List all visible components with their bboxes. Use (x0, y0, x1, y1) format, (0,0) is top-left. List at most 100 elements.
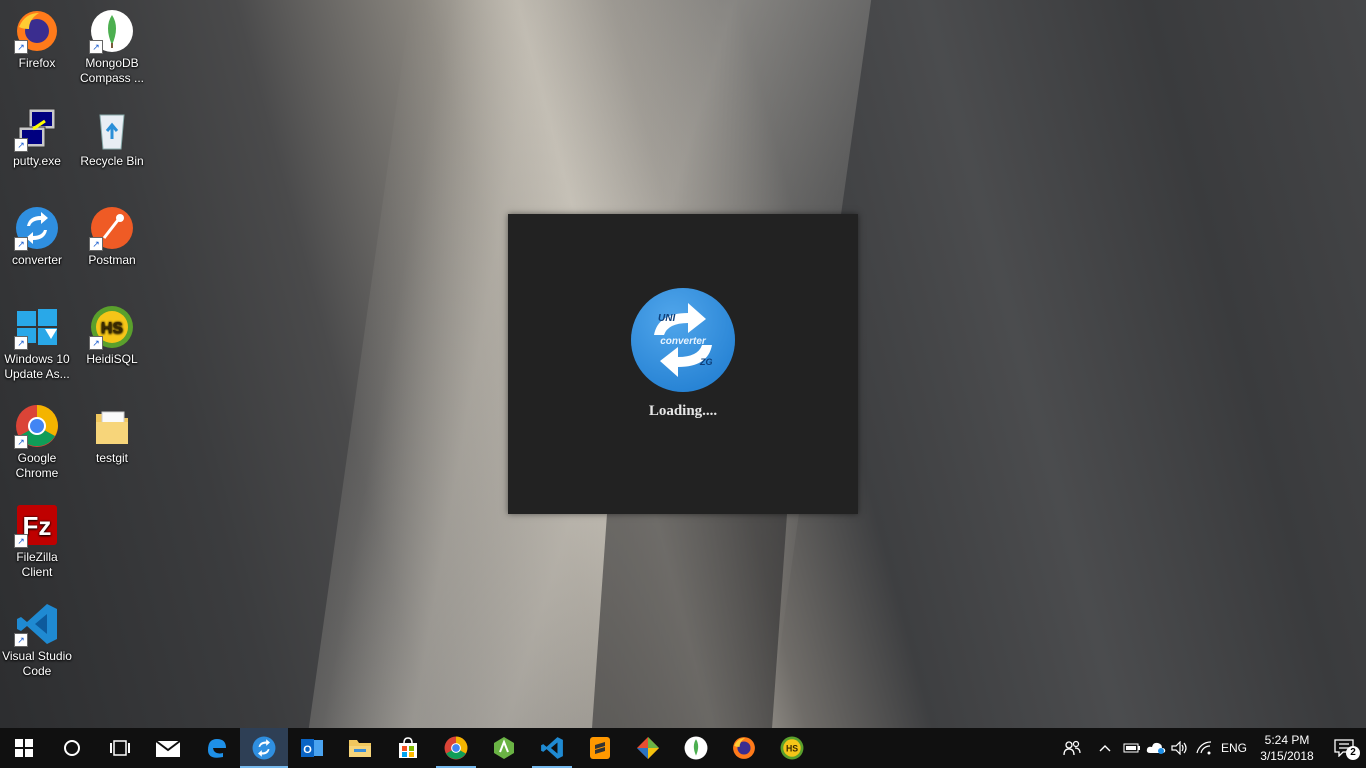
onedrive-cloud-icon[interactable] (1144, 728, 1168, 768)
desktop-icon-label: testgit (95, 451, 128, 465)
desktop-icon-vscode[interactable]: ↗ Visual Studio Code (0, 601, 74, 679)
putty-icon: ↗ (14, 106, 60, 152)
start-button[interactable] (0, 728, 48, 768)
taskbar-edge[interactable] (192, 728, 240, 768)
desktop-icon-putty[interactable]: ↗ putty.exe (0, 106, 74, 169)
taskbar-vscode[interactable] (528, 728, 576, 768)
windows-update-icon: ↗ (14, 304, 60, 350)
svg-text:HS: HS (101, 320, 124, 337)
converter-icon: ↗ (14, 205, 60, 251)
outlook-icon: O (301, 739, 323, 757)
taskbar-sublime[interactable] (576, 728, 624, 768)
wifi-network-icon[interactable] (1192, 728, 1216, 768)
git-icon (637, 737, 659, 759)
postman-icon: ↗ (89, 205, 135, 251)
shortcut-arrow-icon: ↗ (14, 138, 28, 152)
uni-converter-logo-icon: UNI converter ZG (631, 288, 735, 392)
taskbar-mail[interactable] (144, 728, 192, 768)
desktop-icon-mongodb[interactable]: ↗ MongoDB Compass ... (75, 8, 149, 86)
desktop-icon-label: MongoDB Compass ... (79, 56, 145, 85)
desktop-icon-label: Postman (88, 253, 136, 267)
sublime-text-icon (590, 737, 610, 759)
taskbar-converter[interactable] (240, 728, 288, 768)
taskbar-clock[interactable]: 5:24 PM 3/15/2018 (1252, 732, 1322, 764)
people-icon[interactable] (1054, 728, 1090, 768)
task-view-button[interactable] (96, 728, 144, 768)
clock-time: 5:24 PM (1264, 733, 1310, 747)
desktop-icon-label: Firefox (18, 56, 56, 70)
heidisql-icon: HS (780, 736, 804, 760)
taskbar-firefox[interactable] (720, 728, 768, 768)
shortcut-arrow-icon: ↗ (14, 633, 28, 647)
desktop-icon-area: ↗ Firefox ↗ MongoDB Compass ... ↗ putty.… (0, 0, 160, 728)
taskbar-mongodb-compass[interactable] (672, 728, 720, 768)
mongodb-icon: ↗ (89, 8, 135, 54)
shortcut-arrow-icon: ↗ (89, 336, 103, 350)
vscode-icon (541, 737, 563, 759)
shortcut-arrow-icon: ↗ (14, 237, 28, 251)
shortcut-arrow-icon: ↗ (89, 40, 103, 54)
logo-text-zg: ZG (699, 357, 713, 367)
shortcut-arrow-icon: ↗ (14, 336, 28, 350)
vscode-icon: ↗ (14, 601, 60, 647)
taskbar-file-explorer[interactable] (336, 728, 384, 768)
taskbar-heidisql[interactable]: HS (768, 728, 816, 768)
converter-splash-window: UNI converter ZG Loading.... (508, 214, 858, 514)
desktop-icon-chrome[interactable]: ↗ Google Chrome (0, 403, 74, 481)
svg-text:HS: HS (786, 743, 798, 753)
loading-status-text: Loading.... (648, 403, 718, 419)
show-hidden-icons-chevron-up-icon[interactable] (1090, 728, 1120, 768)
taskbar-outlook[interactable]: O (288, 728, 336, 768)
mongodb-icon (684, 736, 708, 760)
taskbar-store[interactable] (384, 728, 432, 768)
desktop-icon-firefox[interactable]: ↗ Firefox (0, 8, 74, 71)
desktop-icon-testgit[interactable]: testgit (75, 403, 149, 466)
cortana-circle-icon (64, 740, 80, 756)
converter-icon (252, 736, 276, 760)
desktop-icon-filezilla[interactable]: Fz ↗ FileZilla Client (0, 502, 74, 580)
recycle-bin-icon (89, 106, 135, 152)
desktop-icon-postman[interactable]: ↗ Postman (75, 205, 149, 268)
action-center-button[interactable]: 2 (1322, 728, 1366, 768)
taskbar-chrome[interactable] (432, 728, 480, 768)
desktop-icon-label: HeidiSQL (86, 352, 138, 366)
system-tray: ENG 5:24 PM 3/15/2018 2 (1054, 728, 1366, 768)
desktop-icon-label: Windows 10 Update As... (4, 352, 70, 381)
shortcut-arrow-icon: ↗ (89, 237, 103, 251)
desktop-icon-windows-update[interactable]: ↗ Windows 10 Update As... (0, 304, 74, 382)
heidisql-icon: HS ↗ (89, 304, 135, 350)
svg-text:O: O (303, 744, 312, 756)
windows-logo-icon (15, 739, 33, 757)
filezilla-icon: Fz ↗ (14, 502, 60, 548)
logo-text-converter: converter (660, 336, 707, 347)
shortcut-arrow-icon: ↗ (14, 40, 28, 54)
desktop-icon-label: FileZilla Client (16, 550, 58, 579)
desktop-icon-converter[interactable]: ↗ converter (0, 205, 74, 268)
chrome-icon (444, 736, 468, 760)
taskbar: O HS ENG 5:24 PM 3/15/2018 2 (0, 728, 1366, 768)
taskbar-android-studio[interactable] (480, 728, 528, 768)
shortcut-arrow-icon: ↗ (14, 435, 28, 449)
volume-speaker-icon[interactable] (1168, 728, 1192, 768)
android-studio-icon (494, 737, 514, 759)
desktop-icon-recycle-bin[interactable]: Recycle Bin (75, 106, 149, 169)
task-view-icon (110, 740, 130, 756)
chrome-icon: ↗ (14, 403, 60, 449)
shortcut-arrow-icon: ↗ (14, 534, 28, 548)
notification-count-badge: 2 (1346, 746, 1360, 760)
store-bag-icon (399, 737, 417, 758)
logo-text-uni: UNI (658, 313, 675, 324)
firefox-icon (733, 737, 755, 759)
desktop-icon-heidisql[interactable]: HS ↗ HeidiSQL (75, 304, 149, 367)
firefox-icon: ↗ (14, 8, 60, 54)
cortana-button[interactable] (48, 728, 96, 768)
desktop-icon-label: Visual Studio Code (2, 649, 72, 678)
desktop-icon-label: putty.exe (13, 154, 61, 168)
input-language-indicator[interactable]: ENG (1216, 741, 1252, 755)
battery-icon[interactable] (1120, 728, 1144, 768)
edge-icon (208, 739, 226, 758)
desktop-icon-label: Recycle Bin (80, 154, 144, 168)
taskbar-git[interactable] (624, 728, 672, 768)
mail-icon (155, 740, 181, 757)
clock-date: 3/15/2018 (1260, 749, 1314, 763)
